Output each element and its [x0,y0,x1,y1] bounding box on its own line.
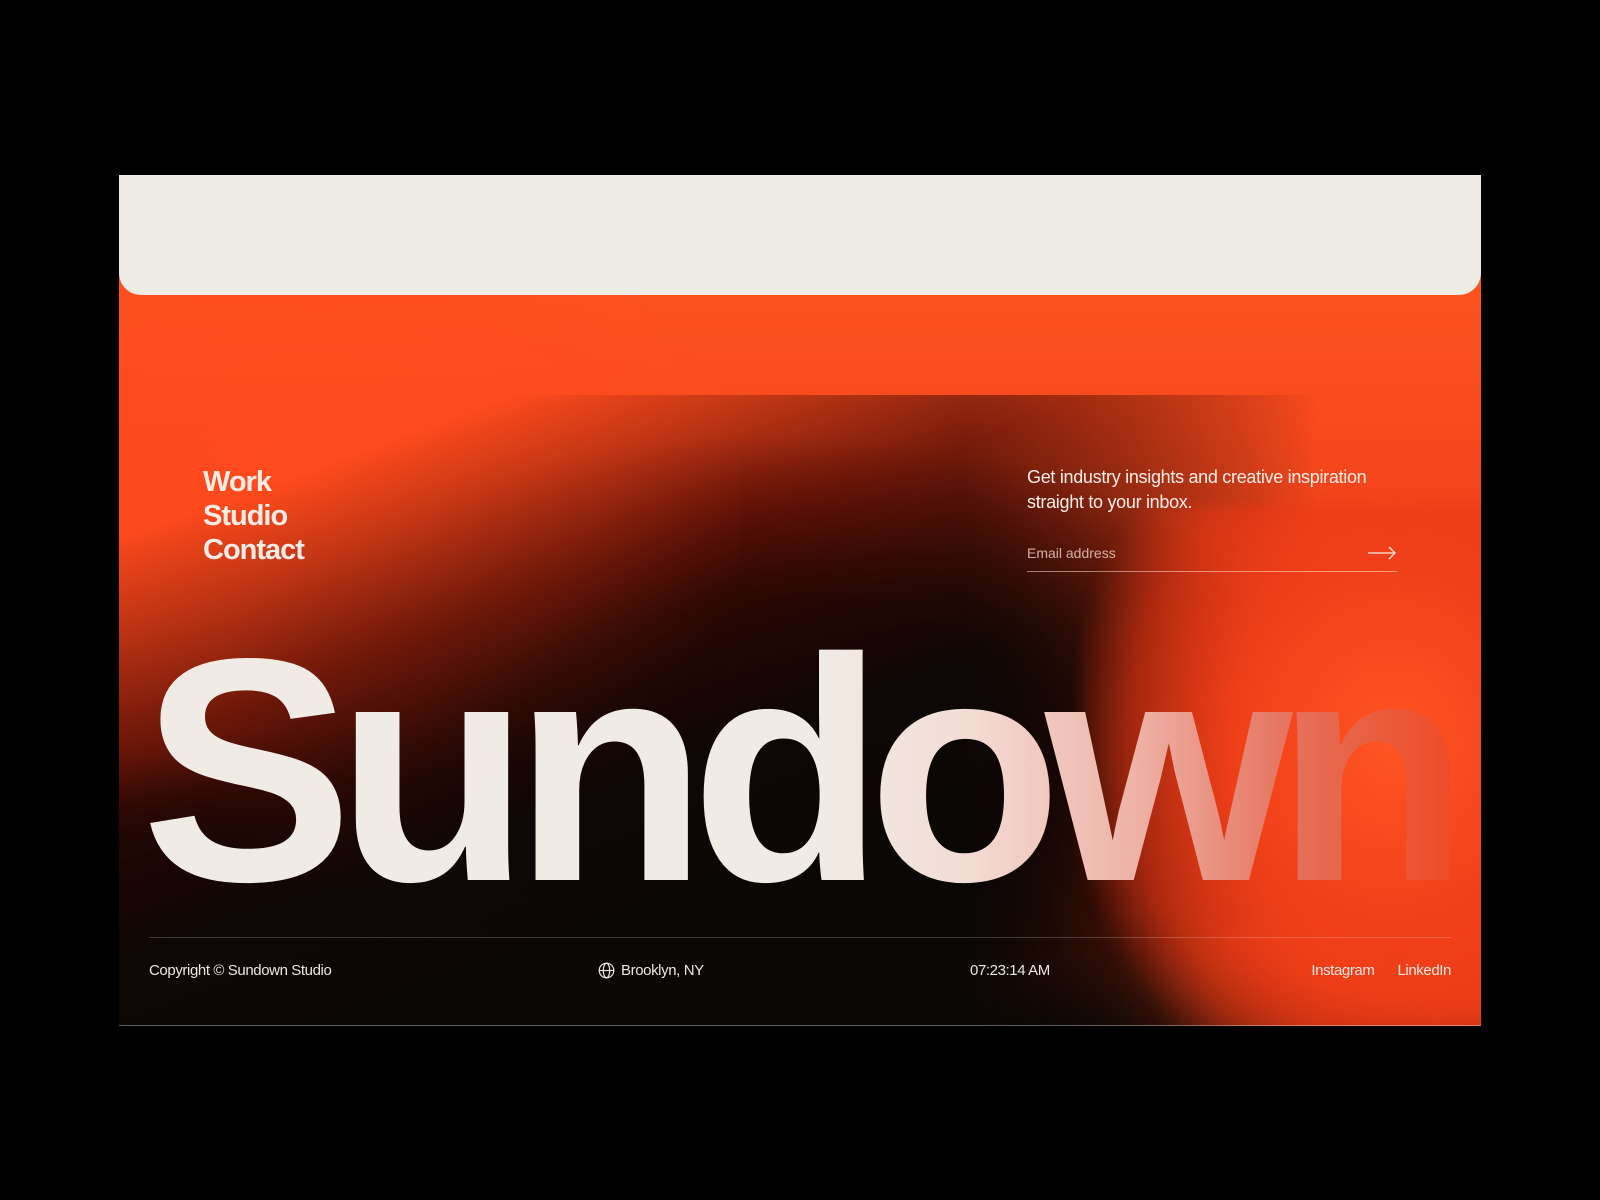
main-nav: Work Studio Contact [203,465,305,567]
footer-copyright: Copyright © Sundown Studio [149,962,332,979]
site-frame: Work Studio Contact Get industry insight… [119,175,1481,1026]
footer-divider [149,937,1451,938]
email-field-row [1027,539,1397,572]
globe-icon [598,962,615,979]
instagram-link[interactable]: Instagram [1311,962,1375,979]
newsletter-signup: Get industry insights and creative inspi… [1027,465,1397,572]
nav-link-contact[interactable]: Contact [203,533,305,567]
linkedin-link[interactable]: LinkedIn [1397,962,1451,979]
footer: Copyright © Sundown Studio Brooklyn, NY … [149,962,1451,984]
top-panel [119,175,1481,295]
hero-wordmark: Sundown [141,593,1470,948]
newsletter-text: Get industry insights and creative inspi… [1027,467,1367,512]
nav-link-studio[interactable]: Studio [203,499,304,533]
nav-link-work[interactable]: Work [203,465,304,499]
footer-clock: 07:23:14 AM [970,962,1050,979]
frame-bottom-border [119,1025,1481,1026]
email-input[interactable] [1027,539,1347,567]
footer-location: Brooklyn, NY [598,962,704,979]
arrow-right-icon[interactable] [1367,543,1397,563]
footer-location-text: Brooklyn, NY [621,962,704,979]
footer-social-links: Instagram LinkedIn [1311,962,1451,979]
